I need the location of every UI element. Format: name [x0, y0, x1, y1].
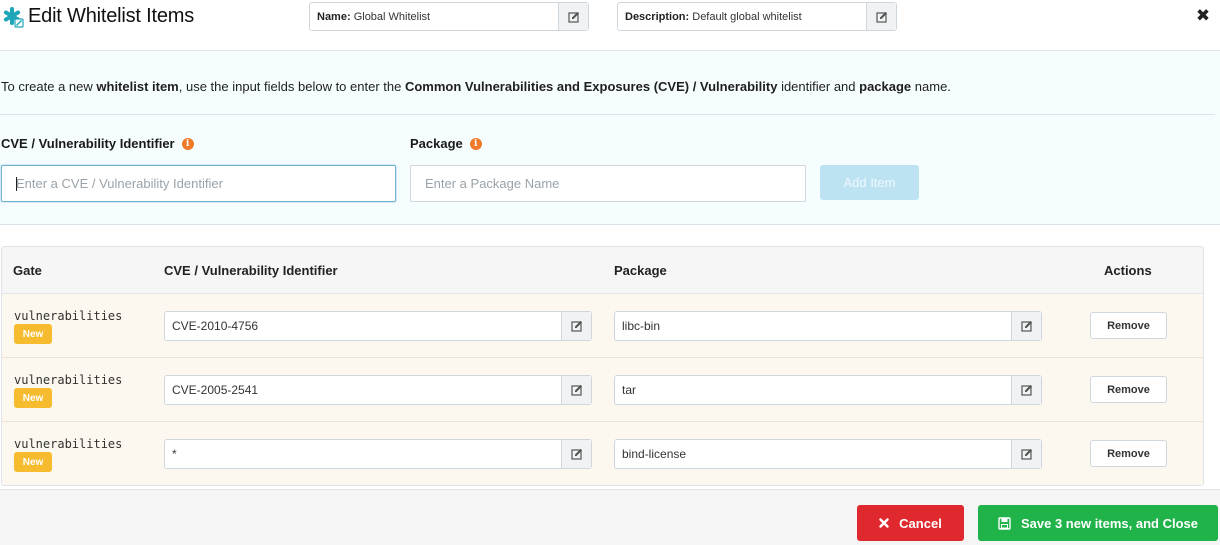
whitelist-description-field[interactable]: Description: Default global whitelist — [617, 2, 897, 31]
add-item-button[interactable]: Add Item — [820, 165, 919, 200]
package-input[interactable] — [410, 165, 806, 202]
info-circle-icon[interactable]: i — [181, 137, 194, 150]
table-header: Gate CVE / Vulnerability Identifier Pack… — [2, 247, 1203, 294]
gate-value: vulnerabilities — [14, 309, 123, 323]
package-value: libc-bin — [622, 319, 661, 333]
pencil-square-icon — [875, 11, 887, 23]
new-badge: New — [14, 388, 52, 408]
description-label: Description: — [625, 10, 690, 23]
remove-button[interactable]: Remove — [1090, 440, 1167, 467]
table-row: vulnerabilities New * bind-license Remov… — [2, 422, 1203, 485]
package-value: tar — [622, 383, 637, 397]
modal-header: Edit Whitelist Items Name: Global Whitel… — [0, 0, 1220, 51]
cancel-label: Cancel — [899, 515, 942, 531]
package-field-label: Package i — [410, 136, 482, 151]
save-and-close-button[interactable]: Save 3 new items, and Close — [978, 505, 1218, 541]
package-cell-field[interactable]: bind-license — [614, 439, 1042, 469]
package-value: bind-license — [622, 447, 687, 461]
logo-asterisk-icon — [3, 6, 24, 28]
gate-value: vulnerabilities — [14, 437, 123, 451]
cancel-button[interactable]: Cancel — [857, 505, 964, 541]
cve-value: CVE-2010-4756 — [172, 319, 259, 333]
cve-value: CVE-2005-2541 — [172, 383, 259, 397]
title-text: Edit Whitelist Items — [28, 5, 195, 27]
header-gate: Gate — [13, 263, 42, 278]
cve-cell-field[interactable]: CVE-2010-4756 — [164, 311, 592, 341]
edit-cve-button[interactable] — [561, 376, 591, 404]
edit-package-button[interactable] — [1011, 312, 1041, 340]
edit-description-button[interactable] — [866, 3, 896, 30]
table-row: vulnerabilities New CVE-2005-2541 tar Re… — [2, 358, 1203, 422]
pencil-square-icon — [570, 321, 582, 332]
edit-package-button[interactable] — [1011, 440, 1041, 468]
edit-cve-button[interactable] — [561, 312, 591, 340]
new-badge: New — [14, 452, 52, 472]
cve-cell-field[interactable]: CVE-2005-2541 — [164, 375, 592, 405]
add-item-form: To create a new whitelist item, use the … — [0, 51, 1220, 225]
remove-button[interactable]: Remove — [1090, 312, 1167, 339]
table-row: vulnerabilities New CVE-2010-4756 libc-b… — [2, 294, 1203, 358]
pencil-square-icon — [570, 385, 582, 396]
whitelist-name-field[interactable]: Name: Global Whitelist — [309, 2, 589, 31]
text-cursor — [16, 177, 17, 191]
gate-value: vulnerabilities — [14, 373, 123, 387]
package-cell-field[interactable]: tar — [614, 375, 1042, 405]
new-badge: New — [14, 324, 52, 344]
floppy-disk-icon — [998, 516, 1011, 530]
name-label: Name: — [317, 10, 351, 23]
edit-package-button[interactable] — [1011, 376, 1041, 404]
divider — [0, 114, 1215, 115]
pencil-square-icon — [570, 449, 582, 460]
header-actions: Actions — [1104, 263, 1152, 278]
whitelist-items-table: Gate CVE / Vulnerability Identifier Pack… — [1, 246, 1204, 486]
package-cell-field[interactable]: libc-bin — [614, 311, 1042, 341]
save-label: Save 3 new items, and Close — [1020, 515, 1199, 531]
info-circle-icon[interactable]: i — [469, 137, 482, 150]
header-package: Package — [614, 263, 667, 278]
close-icon[interactable]: ✖ — [1193, 6, 1213, 26]
name-value: Global Whitelist — [353, 10, 431, 23]
description-value: Default global whitelist — [692, 10, 802, 23]
cve-field-label: CVE / Vulnerability Identifier i — [1, 136, 194, 151]
cve-cell-field[interactable]: * — [164, 439, 592, 469]
pencil-square-icon — [1020, 385, 1032, 396]
modal-footer: Cancel Save 3 new items, and Close — [0, 489, 1220, 545]
modal-title: Edit Whitelist Items — [2, 5, 194, 28]
header-cve: CVE / Vulnerability Identifier — [164, 263, 338, 278]
pencil-square-icon — [1020, 321, 1032, 332]
pencil-square-icon — [1020, 449, 1032, 460]
intro-text: To create a new whitelist item, use the … — [1, 79, 951, 94]
cve-value: * — [172, 447, 177, 461]
edit-name-button[interactable] — [558, 3, 588, 30]
times-icon — [879, 518, 889, 528]
edit-cve-button[interactable] — [561, 440, 591, 468]
pencil-square-icon — [567, 11, 579, 23]
cve-input[interactable] — [1, 165, 396, 202]
remove-button[interactable]: Remove — [1090, 376, 1167, 403]
